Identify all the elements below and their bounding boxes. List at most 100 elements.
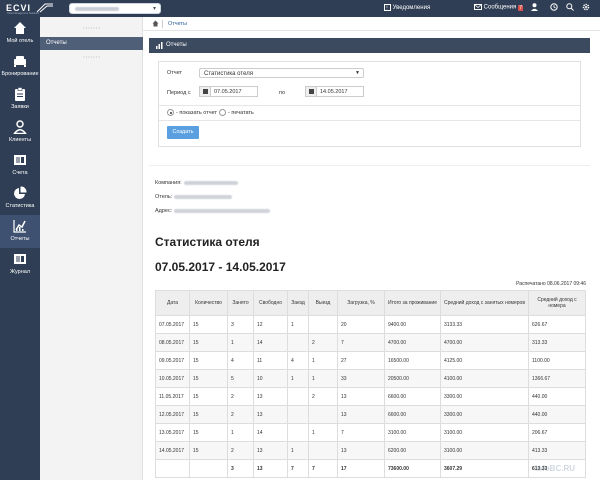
table-cell: 1 <box>308 369 338 388</box>
grip-icon[interactable]: • • • • • • • <box>40 54 143 59</box>
gear-icon[interactable] <box>582 3 590 13</box>
report-title: Статистика отеля <box>155 235 260 249</box>
table-cell: 2 <box>227 387 254 406</box>
breadcrumb-divider <box>162 20 163 28</box>
nav-item-statistics[interactable]: Статистика <box>0 182 40 215</box>
bar-chart-icon <box>156 42 163 49</box>
table-cell: 1100.00 <box>528 351 586 370</box>
radio-print[interactable] <box>219 109 226 116</box>
journal-icon <box>14 254 26 264</box>
table-cell: 10.05.2017 <box>155 369 190 388</box>
table-row: 09.05.2017 15 4 11 4 1 27 16500.00 4125.00 1100.0… <box>155 351 586 370</box>
report-form: Отчет Статистика отеля ▼ Период с 07.05.… <box>158 61 581 147</box>
table-cell: 15 <box>189 441 228 460</box>
table-cell: 10 <box>253 369 288 388</box>
report-type-value: Статистика отеля <box>204 71 253 77</box>
user-icon[interactable] <box>531 3 538 13</box>
table-cell: 14.05.2017 <box>155 441 190 460</box>
divider <box>149 165 590 166</box>
table-cell: 73600.00 <box>384 459 441 478</box>
nav-item-clients[interactable]: Клиенты <box>0 116 40 149</box>
column-header[interactable]: Занято <box>227 290 254 316</box>
create-button[interactable]: Создать <box>167 126 199 139</box>
table-header-row: Дата Количество Занято Свободно Заезд Вы… <box>155 290 586 316</box>
table-cell <box>287 405 309 424</box>
panel-header: Отчеты <box>149 38 590 53</box>
nav-item-my-hotel[interactable]: Мой отель <box>0 17 40 50</box>
nav-label: Отчеты <box>10 236 30 242</box>
table-cell: 4 <box>227 351 254 370</box>
table-cell: 7 <box>337 423 385 442</box>
nav-item-requests[interactable]: Заявки <box>0 83 40 116</box>
table-cell: 440.00 <box>528 387 586 406</box>
table-cell: 626.67 <box>528 315 586 334</box>
table-cell: 20500.00 <box>384 369 441 388</box>
date-from-field[interactable]: 07.05.2017 <box>199 86 258 97</box>
nav-label: Счета <box>12 170 28 176</box>
table-cell: 3607.29 <box>440 459 529 478</box>
messages-count-badge: 7 <box>518 4 524 11</box>
notifications-link[interactable]: ! Уведомления <box>384 4 430 11</box>
hotel-redacted <box>174 194 233 199</box>
table-cell: 15 <box>189 423 228 442</box>
column-header[interactable]: Средний доход с занятых номеров <box>440 290 529 316</box>
table-cell: 413.33 <box>528 441 586 460</box>
report-type-select[interactable]: Статистика отеля ▼ <box>199 68 364 78</box>
chevron-down-icon: ▼ <box>355 70 360 76</box>
home-icon <box>14 22 26 34</box>
table-cell: 1 <box>308 423 338 442</box>
nav-label: Мой отель <box>6 38 34 44</box>
table-row: 10.05.2017 15 5 10 1 1 33 20500.00 4100.00 1366.6… <box>155 369 586 388</box>
column-header[interactable]: Свободно <box>253 290 288 316</box>
history-icon[interactable] <box>550 3 558 13</box>
nav-item-booking[interactable]: Бронирование <box>0 50 40 83</box>
nav-item-invoices[interactable]: Счета <box>0 149 40 182</box>
column-header[interactable]: Итого за проживание <box>384 290 441 316</box>
nav-item-journal[interactable]: Журнал <box>0 248 40 281</box>
table-row: 14.05.2017 15 2 13 1 13 6200.00 3100.00 413.33 <box>155 441 586 460</box>
table-cell: 15 <box>189 405 228 424</box>
nav-label: Бронирование <box>1 71 39 77</box>
table-row: 08.05.2017 15 1 14 2 7 4700.00 4700.00 313.33 <box>155 333 586 352</box>
company-redacted <box>183 180 238 185</box>
printed-timestamp: Распечатано 08.06.2017 09:46 <box>516 281 586 287</box>
grip-icon[interactable]: • • • • • • • <box>40 25 143 30</box>
table-cell: 12 <box>253 315 288 334</box>
user-icon <box>13 120 27 134</box>
column-header[interactable]: Загрузка, % <box>337 290 385 316</box>
table-cell: 15 <box>189 333 228 352</box>
breadcrumb-current[interactable]: Отчеты <box>168 21 187 27</box>
table-cell: 3300.00 <box>440 405 529 424</box>
table-cell <box>308 441 338 460</box>
calendar-icon[interactable] <box>306 87 317 96</box>
report-label: Отчет <box>167 70 183 76</box>
date-to-field[interactable]: 14.05.2017 <box>305 86 364 97</box>
home-icon[interactable] <box>152 20 159 29</box>
search-icon[interactable] <box>566 3 574 13</box>
period-from-label: Период с <box>167 90 191 96</box>
calendar-icon[interactable] <box>200 87 211 96</box>
table-cell: 3 <box>227 315 254 334</box>
table-cell: 7 <box>287 459 309 478</box>
clipboard-icon <box>15 87 25 101</box>
column-header[interactable]: Количество <box>189 290 228 316</box>
column-header[interactable]: Выезд <box>308 290 338 316</box>
notification-icon: ! <box>384 4 391 11</box>
column-header[interactable]: Дата <box>155 290 190 316</box>
table-cell <box>287 333 309 352</box>
table-cell: 09.05.2017 <box>155 351 190 370</box>
column-header[interactable]: Заезд <box>287 290 309 316</box>
table-cell: 15 <box>189 351 228 370</box>
nav-item-reports[interactable]: Отчеты <box>0 215 40 248</box>
table-cell: 17 <box>337 459 385 478</box>
subnav-item-reports[interactable]: Отчеты <box>40 37 143 50</box>
hotel-label: Отель: <box>155 194 173 200</box>
table-cell <box>308 315 338 334</box>
table-cell: 15 <box>189 315 228 334</box>
messages-link[interactable]: Сообщения 7 <box>474 4 524 11</box>
hotel-select[interactable]: ▾ <box>69 3 161 14</box>
logo[interactable]: ECVI Hotel Management Solutions <box>6 3 62 15</box>
radio-show-report[interactable] <box>167 109 174 116</box>
column-header[interactable]: Средний доход с номера <box>528 290 586 316</box>
table-cell: 11 <box>253 351 288 370</box>
